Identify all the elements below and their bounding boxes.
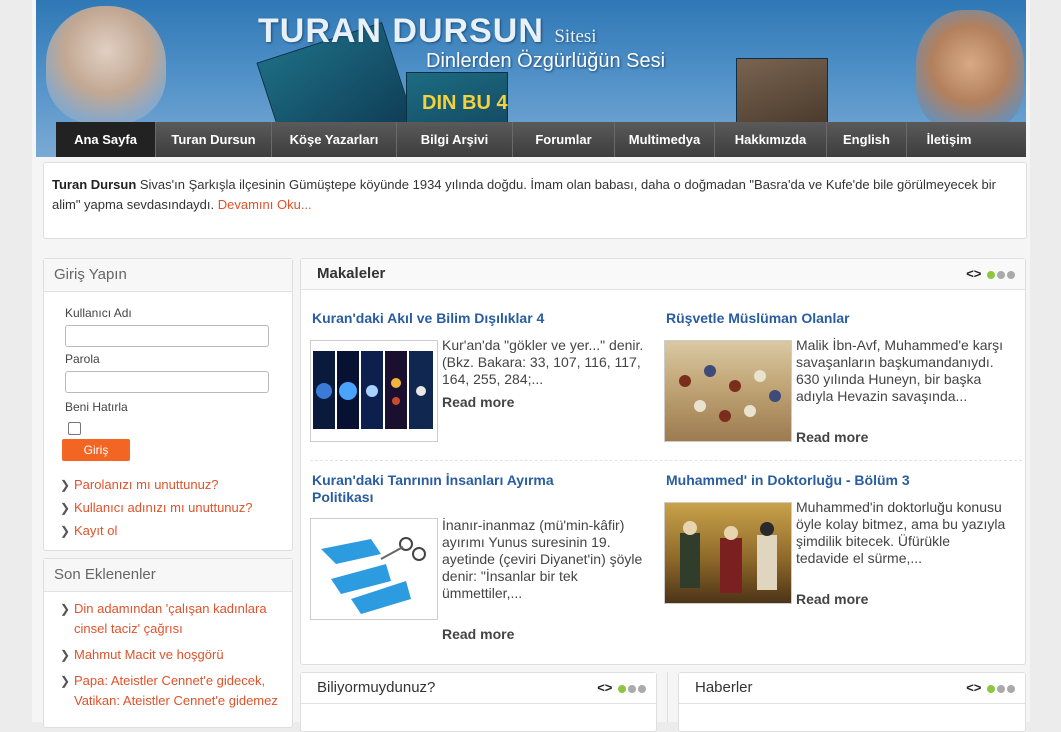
list-item-label: Papa: Ateistler Cennet'e gidecek, Vatika… <box>74 673 278 708</box>
chevron-right-icon: ❯ <box>60 674 71 688</box>
prev-next-arrows-icon[interactable]: <> <box>597 680 612 695</box>
password-label: Parola <box>65 352 100 366</box>
site-title-text: TURAN DURSUN <box>258 12 544 50</box>
articles-title: Makaleler <box>317 265 386 282</box>
intro-name: Turan Dursun <box>52 177 137 192</box>
chevron-right-icon: ❯ <box>60 501 71 515</box>
pager-dot[interactable] <box>638 684 646 693</box>
chevron-right-icon: ❯ <box>60 648 71 662</box>
carousel-pager[interactable]: <> <box>597 673 646 703</box>
site-subtitle: Dinlerden Özgürlüğün Sesi <box>426 50 666 72</box>
nav-item-multimedya[interactable]: Multimedya <box>615 122 715 157</box>
article-thumbnail[interactable] <box>664 502 792 604</box>
intro-text: Sivas'ın Şarkışla ilçesinin Gümüştepe kö… <box>52 177 997 212</box>
pager-dot[interactable] <box>628 684 636 693</box>
read-more-link[interactable]: Devamını Oku... <box>218 197 312 212</box>
list-item[interactable]: ❯ Papa: Ateistler Cennet'e gidecek, Vatik… <box>60 671 285 711</box>
news-panel: Haberler <> <box>678 672 1026 732</box>
miniature-painting-icon <box>679 365 781 422</box>
pager-dot[interactable] <box>1007 270 1015 279</box>
login-panel: Giriş Yapın Kullanıcı Adı Parola Beni Ha… <box>43 258 293 551</box>
recent-title: Son Eklenenler <box>44 559 292 592</box>
article-excerpt: Kur'an'da "gökler ve yer..." denir. (Bkz… <box>442 337 644 387</box>
read-more-link[interactable]: Read more <box>442 626 514 642</box>
register-link[interactable]: ❯ Kayıt ol <box>60 521 253 541</box>
article-title[interactable]: Rüşvetle Müslüman Olanlar <box>666 310 1006 327</box>
did-you-know-title: Biliyormuydunuz? <box>317 679 436 696</box>
article-excerpt: Malik İbn-Avf, Muhammed'e karşı savaşanl… <box>796 337 1004 404</box>
main-nav: Ana Sayfa Turan Dursun Köşe Yazarları Bi… <box>56 122 1026 157</box>
did-you-know-panel: Biliyormuydunuz? <> <box>300 672 657 732</box>
article-title[interactable]: Kuran'daki Akıl ve Bilim Dışılıklar 4 <box>312 310 642 327</box>
pager-dot[interactable] <box>997 684 1005 693</box>
remember-checkbox[interactable] <box>68 422 81 435</box>
list-item[interactable]: ❯ Mahmut Macit ve hoşgörü <box>60 645 285 665</box>
scissors-figures-icon <box>321 537 426 614</box>
pager-dot[interactable] <box>1007 684 1015 693</box>
page: TURAN DURSUN Sitesi Dinlerden Özgürlüğün… <box>32 0 1030 732</box>
article-divider <box>310 460 1022 462</box>
portrait-left-image <box>46 6 166 124</box>
link-label: Parolanızı mı unuttunuz? <box>74 477 219 492</box>
book-title: DIN BU 4 <box>422 92 508 114</box>
forgot-password-link[interactable]: ❯ Parolanızı mı unuttunuz? <box>60 475 253 495</box>
article-excerpt: Muhammed'in doktorluğu konusu öyle kolay… <box>796 499 1006 566</box>
list-item-label: Din adamından 'çalışan kadınlara cinsel … <box>74 601 267 636</box>
recent-list: ❯ Din adamından 'çalışan kadınlara cinsel… <box>60 599 285 711</box>
read-more-link[interactable]: Read more <box>442 394 514 410</box>
miniature-painting-icon <box>680 521 777 593</box>
remember-label: Beni Hatırla <box>65 400 128 414</box>
pager-dot[interactable] <box>997 270 1005 279</box>
password-field[interactable] <box>65 371 269 393</box>
article-thumbnail[interactable] <box>310 340 438 442</box>
nav-item-forumlar[interactable]: Forumlar <box>513 122 615 157</box>
chevron-right-icon: ❯ <box>60 602 71 616</box>
chevron-right-icon: ❯ <box>60 478 71 492</box>
article-thumbnail[interactable] <box>310 518 438 620</box>
pager-dot-active[interactable] <box>987 270 995 279</box>
login-links: ❯ Parolanızı mı unuttunuz? ❯ Kullanıcı adı… <box>60 475 253 541</box>
articles-header: Makaleler <> <box>301 259 1025 290</box>
article-excerpt: İnanır-inanmaz (mü'min-kâfir) ayırımı Yu… <box>442 517 643 601</box>
prev-next-arrows-icon[interactable]: <> <box>966 680 981 695</box>
article-title[interactable]: Muhammed' in Doktorluğu - Bölüm 3 <box>666 472 1006 489</box>
news-title: Haberler <box>695 679 753 696</box>
nav-item-kose-yazarlari[interactable]: Köşe Yazarları <box>272 122 397 157</box>
nav-item-iletisim[interactable]: İletişim <box>907 122 991 157</box>
nav-item-bilgi-arsivi[interactable]: Bilgi Arşivi <box>397 122 513 157</box>
news-header: Haberler <> <box>679 673 1025 704</box>
nav-item-english[interactable]: English <box>827 122 907 157</box>
forgot-username-link[interactable]: ❯ Kullanıcı adınızı mı unuttunuz? <box>60 498 253 518</box>
recent-panel: Son Eklenenler ❯ Din adamından 'çalışan k… <box>43 558 293 728</box>
space-images-icon <box>313 351 433 429</box>
portrait-right-image <box>916 10 1024 130</box>
login-title: Giriş Yapın <box>44 259 292 292</box>
article-thumbnail[interactable] <box>664 340 792 442</box>
intro-panel: Turan Dursun Sivas'ın Şarkışla ilçesinin… <box>43 162 1027 239</box>
login-button[interactable]: Giriş <box>62 439 130 461</box>
link-label: Kullanıcı adınızı mı unuttunuz? <box>74 500 253 515</box>
pager-dot-active[interactable] <box>618 684 626 693</box>
site-title: TURAN DURSUN Sitesi <box>258 12 597 51</box>
nav-item-ana-sayfa[interactable]: Ana Sayfa <box>56 122 156 157</box>
pager-dot-active[interactable] <box>987 684 995 693</box>
carousel-pager[interactable]: <> <box>966 673 1015 703</box>
site-title-suffix: Sitesi <box>554 26 597 47</box>
column-divider <box>667 672 668 722</box>
nav-item-turan-dursun[interactable]: Turan Dursun <box>156 122 272 157</box>
nav-item-hakkimizda[interactable]: Hakkımızda <box>715 122 827 157</box>
read-more-link[interactable]: Read more <box>796 591 868 607</box>
username-field[interactable] <box>65 325 269 347</box>
chevron-right-icon: ❯ <box>60 524 71 538</box>
site-header: TURAN DURSUN Sitesi Dinlerden Özgürlüğün… <box>36 0 1026 157</box>
username-label: Kullanıcı Adı <box>65 306 132 320</box>
list-item-label: Mahmut Macit ve hoşgörü <box>74 647 224 662</box>
article-title[interactable]: Kuran'daki Tanrının İnsanları Ayırma Pol… <box>312 472 612 506</box>
prev-next-arrows-icon[interactable]: <> <box>966 266 981 281</box>
list-item[interactable]: ❯ Din adamından 'çalışan kadınlara cinsel… <box>60 599 285 639</box>
link-label: Kayıt ol <box>74 523 118 538</box>
read-more-link[interactable]: Read more <box>796 429 868 445</box>
carousel-pager[interactable]: <> <box>966 259 1015 289</box>
did-you-know-header: Biliyormuydunuz? <> <box>301 673 656 704</box>
